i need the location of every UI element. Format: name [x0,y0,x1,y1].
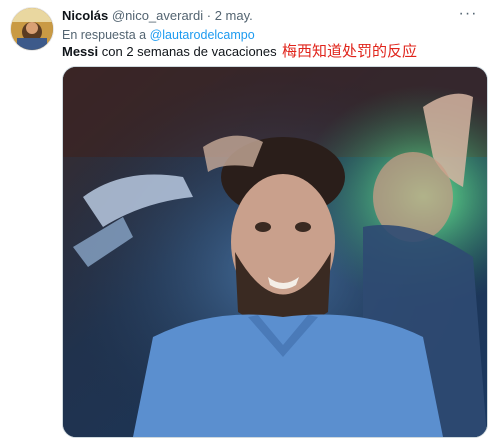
reply-to-link[interactable]: @lautarodelcampo [150,28,255,42]
reply-prefix: En respuesta a [62,28,147,42]
tweet-text: Messi con 2 semanas de vacaciones [62,44,277,60]
author-handle[interactable]: @nico_averardi [112,8,203,23]
overlay-caption: 梅西知道处罚的反应 [282,42,418,60]
reply-context: En respuesta a @lautarodelcampo [62,27,255,43]
tweet-date[interactable]: 2 may. [215,8,253,23]
tweet-media-image[interactable] [62,66,488,438]
tweet-text-bold: Messi [62,44,99,59]
tweet-card: Nicolás @nico_averardi · 2 may. ··· En r… [0,0,500,440]
author-name[interactable]: Nicolás [62,8,108,23]
author-avatar[interactable] [10,7,54,51]
tweet-header: Nicolás @nico_averardi · 2 may. [62,8,253,24]
more-horizontal-icon[interactable]: ··· [456,4,480,24]
header-separator: · [206,8,212,23]
tweet-text-rest: con 2 semanas de vacaciones [98,44,277,59]
